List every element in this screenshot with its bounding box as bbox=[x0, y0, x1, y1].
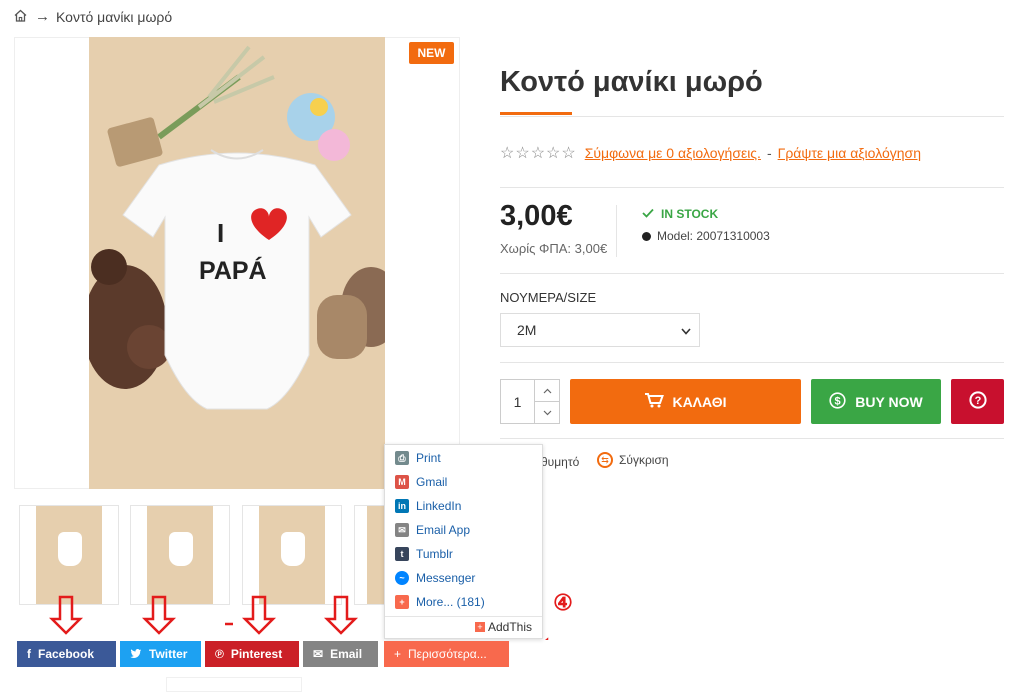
tumblr-icon: t bbox=[395, 547, 409, 561]
down-arrow-icon bbox=[241, 595, 277, 635]
more-label: Περισσότερα... bbox=[408, 647, 487, 661]
down-arrow-icon bbox=[323, 595, 359, 635]
model-row: Model: 20071310003 bbox=[642, 229, 770, 243]
price: 3,00€ bbox=[500, 200, 573, 232]
shirt-text-papa: PAPÁ bbox=[199, 256, 267, 285]
home-icon[interactable] bbox=[14, 9, 27, 25]
breadcrumb-current[interactable]: Κοντό μανίκι μωρό bbox=[56, 9, 172, 25]
write-review-link[interactable]: Γράψτε μια αξιολόγηση bbox=[778, 145, 921, 161]
down-arrow-icon bbox=[48, 595, 84, 635]
cart-icon bbox=[644, 392, 665, 411]
bullet-icon bbox=[642, 231, 651, 241]
decrement-icon[interactable] bbox=[534, 402, 560, 423]
annotation-arrows bbox=[48, 595, 549, 640]
price-ex-tax: Χωρίς ΦΠΑ: 3,00€ bbox=[500, 241, 608, 256]
increment-icon[interactable] bbox=[534, 380, 560, 402]
compare-icon: ⇆ bbox=[597, 452, 613, 468]
model-label: Model: 20071310003 bbox=[657, 229, 770, 243]
share-print[interactable]: ⎙ Print bbox=[395, 448, 441, 468]
thumbnail-1[interactable] bbox=[19, 505, 119, 605]
stock-label: IN STOCK bbox=[661, 207, 719, 221]
breadcrumb-separator: → bbox=[35, 8, 50, 25]
share-facebook-button[interactable]: f Facebook bbox=[17, 641, 116, 667]
thumbnail-2[interactable] bbox=[130, 505, 230, 605]
twitter-icon bbox=[130, 647, 142, 661]
size-select-value: 2M bbox=[517, 322, 537, 338]
thumbnail-3[interactable] bbox=[242, 505, 342, 605]
cart-button-label: ΚΑΛΑΘΙ bbox=[672, 393, 727, 410]
breadcrumb: → Κοντό μανίκι μωρό bbox=[14, 8, 172, 25]
share-print-label: Print bbox=[416, 451, 441, 465]
size-select[interactable]: 2M bbox=[500, 313, 700, 347]
product-title: Κοντό μανίκι μωρό bbox=[500, 66, 763, 98]
share-email-app-label: Email App bbox=[416, 523, 471, 537]
email-app-icon: ✉ bbox=[395, 523, 409, 537]
plus-icon: + bbox=[394, 647, 402, 661]
share-pinterest-button[interactable]: ℗ Pinterest bbox=[205, 641, 299, 667]
star-rating-icon: ☆☆☆☆☆ bbox=[500, 145, 577, 162]
check-icon bbox=[642, 207, 654, 221]
buy-now-button[interactable]: $ BUY NOW bbox=[811, 379, 941, 424]
review-separator: - bbox=[766, 145, 772, 161]
option-label: ΝΟΥΜΕΡΑ/SIZE bbox=[500, 290, 597, 305]
svg-text:?: ? bbox=[974, 395, 981, 407]
twitter-label: Twitter bbox=[149, 647, 188, 661]
share-email-button[interactable]: ✉ Email bbox=[303, 641, 378, 667]
divider bbox=[500, 273, 1004, 274]
dollar-icon: $ bbox=[829, 391, 846, 412]
buy-now-label: BUY NOW bbox=[855, 393, 923, 410]
pinterest-label: Pinterest bbox=[230, 647, 283, 661]
share-twitter-button[interactable]: Twitter bbox=[120, 641, 201, 667]
print-icon: ⎙ bbox=[395, 451, 409, 465]
divider bbox=[500, 187, 1004, 188]
share-more-button[interactable]: + Περισσότερα... bbox=[384, 641, 509, 667]
envelope-icon: ✉ bbox=[313, 647, 324, 661]
pinterest-icon: ℗ bbox=[215, 647, 224, 661]
wishlist-link[interactable]: θυμητό bbox=[541, 455, 579, 469]
gmail-icon: M bbox=[395, 475, 409, 489]
compare-label: Σύγκριση bbox=[619, 453, 669, 467]
share-messenger[interactable]: ~ Messenger bbox=[395, 568, 475, 588]
messenger-icon: ~ bbox=[395, 571, 409, 585]
chevron-down-icon bbox=[681, 322, 691, 338]
email-label: Email bbox=[330, 647, 363, 661]
add-to-cart-button[interactable]: ΚΑΛΑΘΙ bbox=[570, 379, 801, 424]
divider bbox=[500, 116, 1004, 117]
down-arrow-icon bbox=[141, 595, 177, 635]
rating-row: ☆☆☆☆☆ Σύμφωνα με 0 αξιολογήσεις. - Γράψτ… bbox=[500, 143, 921, 163]
share-tumblr[interactable]: t Tumblr bbox=[395, 544, 453, 564]
share-messenger-label: Messenger bbox=[416, 571, 476, 585]
share-gmail[interactable]: M Gmail bbox=[395, 472, 447, 492]
question-icon: ? bbox=[968, 391, 987, 412]
divider bbox=[500, 362, 1004, 363]
title-underline bbox=[500, 112, 572, 115]
share-linkedin-label: LinkedIn bbox=[416, 499, 462, 513]
compare-link[interactable]: ⇆ Σύγκριση bbox=[597, 452, 669, 468]
quantity-stepper: 1 bbox=[500, 379, 560, 424]
bottom-panel bbox=[166, 677, 302, 692]
share-linkedin[interactable]: in LinkedIn bbox=[395, 496, 461, 516]
facebook-label: Facebook bbox=[38, 647, 95, 661]
quantity-input[interactable]: 1 bbox=[501, 380, 534, 423]
svg-text:$: $ bbox=[835, 395, 841, 407]
share-email-app[interactable]: ✉ Email App bbox=[395, 520, 470, 540]
linkedin-icon: in bbox=[395, 499, 409, 513]
shirt-text-i: I bbox=[217, 218, 224, 248]
divider bbox=[500, 438, 1004, 439]
new-badge: NEW bbox=[409, 42, 454, 64]
question-button[interactable]: ? bbox=[951, 379, 1004, 424]
product-main-image[interactable]: I PAPÁ bbox=[83, 37, 401, 489]
share-tumblr-label: Tumblr bbox=[416, 547, 453, 561]
facebook-icon: f bbox=[27, 647, 31, 661]
share-gmail-label: Gmail bbox=[416, 475, 448, 489]
price-separator bbox=[616, 205, 617, 257]
stock-status: IN STOCK bbox=[642, 207, 718, 221]
reviews-link[interactable]: Σύμφωνα με 0 αξιολογήσεις. bbox=[585, 145, 761, 161]
